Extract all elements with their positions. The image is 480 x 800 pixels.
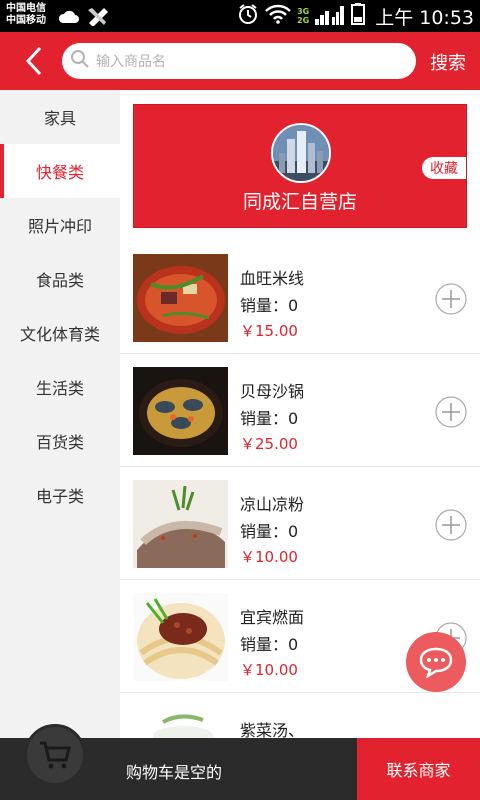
chevron-left-icon	[25, 46, 42, 76]
carrier-1: 中国电信	[6, 3, 46, 14]
status-bar: 中国电信 中国移动 3G 2G 上午 10:53	[0, 0, 480, 32]
product-sales: 销量：0	[240, 635, 299, 654]
battery-icon	[351, 3, 366, 29]
store-banner: 同成汇自营店 收藏	[133, 104, 467, 228]
product-item[interactable]: 血旺米线 销量：0 ￥15.00	[120, 241, 480, 354]
product-name: 宜宾燃面	[240, 608, 305, 627]
favorite-button[interactable]: 收藏	[422, 157, 466, 179]
category-item-fast-food[interactable]: 快餐类	[0, 144, 120, 198]
product-name: 紫菜汤、	[240, 721, 305, 738]
product-sales: 销量：0	[240, 296, 299, 315]
cart-icon	[40, 741, 71, 769]
category-item-food[interactable]: 食品类	[0, 252, 120, 306]
category-item-photo-printing[interactable]: 照片冲印	[0, 198, 120, 252]
product-price: ￥10.00	[240, 661, 298, 679]
carrier-2: 中国移动	[6, 15, 46, 26]
category-item-electronics[interactable]: 电子类	[0, 468, 120, 522]
store-name: 同成汇自营店	[242, 191, 357, 213]
product-price: ￥15.00	[240, 322, 298, 340]
product-sales: 销量：0	[240, 409, 299, 428]
category-item-living[interactable]: 生活类	[0, 360, 120, 414]
network-type: 3G 2G	[297, 7, 310, 25]
product-image	[133, 706, 228, 738]
search-icon	[70, 49, 90, 73]
cart-button[interactable]	[24, 724, 86, 786]
clock: 上午 10:53	[375, 6, 474, 29]
add-to-cart-button[interactable]	[435, 396, 467, 428]
search-input[interactable]: 输入商品名	[62, 43, 416, 79]
chat-bubble-icon	[419, 647, 453, 678]
plus-circle-icon	[435, 396, 467, 428]
search-placeholder: 输入商品名	[96, 54, 166, 70]
category-item-general-goods[interactable]: 百货类	[0, 414, 120, 468]
product-price: ￥25.00	[240, 435, 298, 453]
product-name: 血旺米线	[240, 269, 305, 288]
product-image	[133, 593, 228, 681]
category-item-furniture[interactable]: 家具	[0, 90, 120, 144]
category-sidebar: 家具 快餐类 照片冲印 食品类 文化体育类 生活类 百货类 电子类	[0, 90, 120, 738]
cloud-icon	[58, 9, 80, 28]
product-price: ￥10.00	[240, 548, 298, 566]
category-item-culture-sports[interactable]: 文化体育类	[0, 306, 120, 360]
add-to-cart-button[interactable]	[435, 283, 467, 315]
product-image	[133, 480, 228, 568]
carrier-labels: 中国电信 中国移动	[6, 3, 46, 27]
product-name: 贝母沙锅	[240, 382, 305, 401]
tools-icon	[86, 6, 110, 30]
plus-circle-icon	[435, 283, 467, 315]
product-image	[133, 254, 228, 342]
contact-merchant-button[interactable]: 联系商家	[357, 738, 480, 800]
add-to-cart-button[interactable]	[435, 509, 467, 541]
wifi-icon	[265, 4, 291, 28]
search-button[interactable]: 搜索	[430, 49, 466, 75]
alarm-icon	[237, 3, 259, 29]
app-header: 输入商品名 搜索	[0, 32, 480, 90]
product-sales: 销量：0	[240, 522, 299, 541]
product-name: 凉山凉粉	[240, 495, 305, 514]
cart-status-text: 购物车是空的	[126, 763, 223, 782]
product-image	[133, 367, 228, 455]
bottom-bar: 购物车是空的 联系商家	[0, 724, 480, 800]
product-item[interactable]: 贝母沙锅 销量：0 ￥25.00	[120, 354, 480, 467]
product-item[interactable]: 紫菜汤、	[120, 693, 480, 738]
store-avatar[interactable]	[271, 123, 331, 183]
back-button[interactable]	[18, 44, 52, 78]
signal-icon	[315, 3, 345, 29]
chat-button[interactable]	[406, 632, 466, 692]
product-item[interactable]: 凉山凉粉 销量：0 ￥10.00	[120, 467, 480, 580]
plus-circle-icon	[435, 509, 467, 541]
